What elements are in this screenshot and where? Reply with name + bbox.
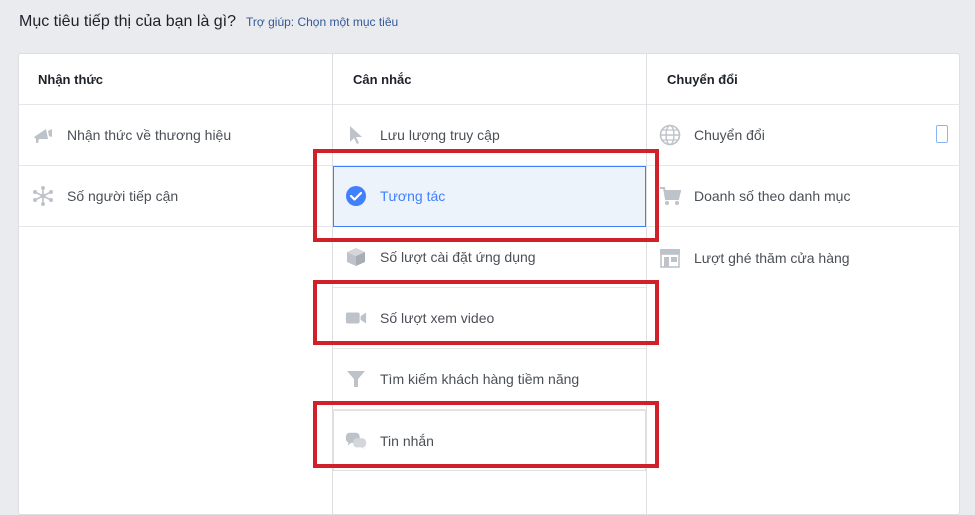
objective-label: Tìm kiếm khách hàng tiềm năng	[380, 371, 580, 387]
objective-label: Tương tác	[380, 188, 446, 204]
column-title: Cân nhắc	[333, 54, 646, 105]
mobile-device-icon	[936, 125, 948, 143]
objective-conversions[interactable]: Chuyển đổi	[647, 105, 960, 166]
objective-reach[interactable]: Số người tiếp cận	[19, 166, 332, 227]
globe-icon	[659, 124, 681, 146]
objective-label: Nhận thức về thương hiệu	[67, 127, 232, 143]
box-icon	[345, 246, 367, 268]
objective-label: Chuyển đổi	[694, 127, 765, 143]
page-header: Mục tiêu tiếp thị của bạn là gì? Trợ giú…	[19, 13, 398, 35]
funnel-icon	[345, 368, 367, 390]
column-awareness: Nhận thức Nhận thức về thương hiệu Số ng…	[19, 54, 332, 514]
objective-catalog-sales[interactable]: Doanh số theo danh mục	[647, 166, 960, 227]
column-title: Nhận thức	[19, 54, 332, 105]
store-icon	[659, 247, 681, 269]
objective-messages[interactable]: Tin nhắn	[333, 410, 646, 471]
objective-engagement[interactable]: Tương tác	[333, 166, 646, 227]
objective-label: Lưu lượng truy cập	[380, 127, 500, 143]
cart-icon	[659, 185, 681, 207]
objective-grid: Nhận thức Nhận thức về thương hiệu Số ng…	[18, 53, 960, 515]
objective-label: Tin nhắn	[380, 432, 434, 449]
video-camera-icon	[345, 307, 367, 329]
chat-bubbles-icon	[345, 430, 367, 452]
objective-app-installs[interactable]: Số lượt cài đặt ứng dụng	[333, 227, 646, 288]
column-title: Chuyển đổi	[647, 54, 960, 105]
objective-traffic[interactable]: Lưu lượng truy cập	[333, 105, 646, 166]
page-title: Mục tiêu tiếp thị của bạn là gì?	[19, 13, 237, 30]
column-consideration: Cân nhắc Lưu lượng truy cập Tương tác Số…	[332, 54, 646, 514]
objective-label: Lượt ghé thăm cửa hàng	[694, 249, 850, 266]
column-conversion: Chuyển đổi Chuyển đổi Doanh số theo danh…	[646, 54, 960, 514]
objective-label: Số lượt cài đặt ứng dụng	[380, 249, 536, 265]
objective-lead-generation[interactable]: Tìm kiếm khách hàng tiềm năng	[333, 349, 646, 410]
help-link[interactable]: Trợ giúp: Chọn một mục tiêu	[246, 15, 398, 29]
objective-label: Số lượt xem video	[380, 310, 495, 326]
check-circle-icon	[345, 185, 367, 207]
objective-store-visits[interactable]: Lượt ghé thăm cửa hàng	[647, 227, 960, 288]
reach-icon	[32, 185, 54, 207]
objective-video-views[interactable]: Số lượt xem video	[333, 288, 646, 349]
objective-brand-awareness[interactable]: Nhận thức về thương hiệu	[19, 105, 332, 166]
megaphone-icon	[32, 124, 54, 146]
objective-label: Số người tiếp cận	[67, 188, 179, 204]
objective-label: Doanh số theo danh mục	[694, 188, 851, 204]
cursor-icon	[345, 124, 367, 146]
